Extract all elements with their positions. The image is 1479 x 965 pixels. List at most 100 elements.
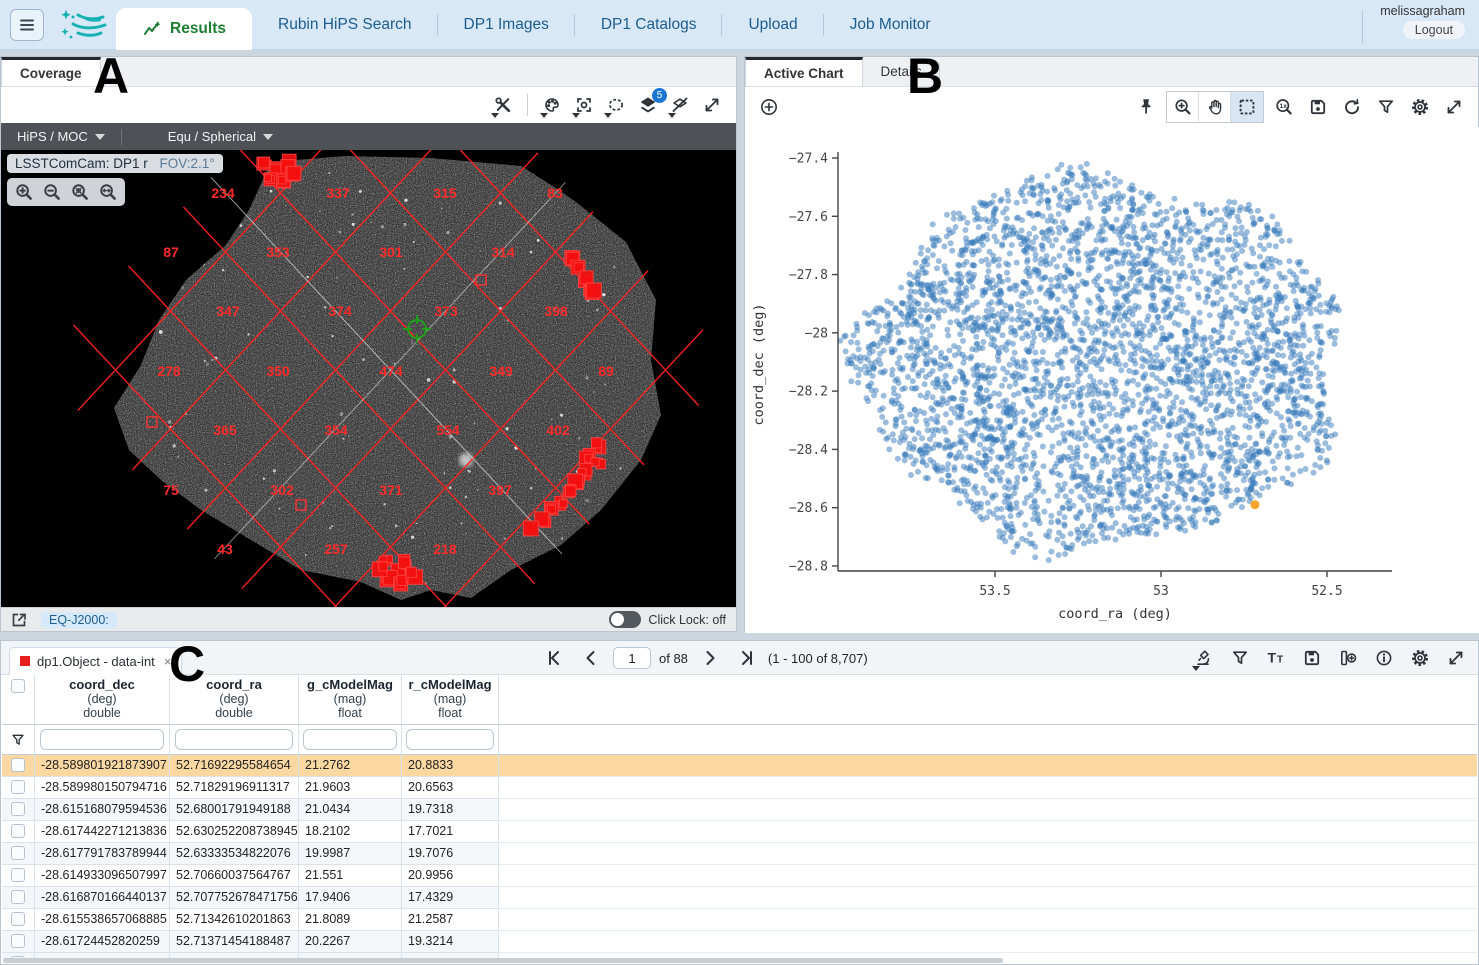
table-cell[interactable]: 21.2762 [299,755,402,777]
nav-tab-upload[interactable]: Upload [722,0,823,50]
filter-input-r_cModelMag[interactable] [406,729,494,750]
table-cell[interactable]: 52.71692295584654 [170,755,299,777]
row-checkbox[interactable] [11,824,25,838]
next-page-icon[interactable] [696,645,724,671]
data-ops-icon[interactable] [1190,645,1218,671]
tab-coverage[interactable]: Coverage [1,57,101,86]
last-page-icon[interactable] [732,645,760,671]
table-cell[interactable]: -28.617791783789944 [35,843,170,865]
row-checkbox[interactable] [11,868,25,882]
row-checkbox[interactable] [11,912,25,926]
column-header-coord_dec[interactable]: coord_dec(deg)double [35,675,170,724]
layers-hide-icon[interactable] [666,92,694,118]
filter-icon[interactable] [10,732,26,748]
click-lock-toggle[interactable] [609,611,641,628]
table-cell[interactable]: 21.0434 [299,799,402,821]
table-cell[interactable]: 17.4329 [402,887,499,909]
table-row[interactable]: -28.58980192187390752.7169229558465421.2… [2,755,1477,777]
table-cell[interactable]: 18.2102 [299,821,402,843]
settings-icon[interactable] [1406,645,1434,671]
filter-input-coord_ra[interactable] [175,729,293,750]
tab-active-chart[interactable]: Active Chart [745,57,863,86]
table-cell[interactable]: 19.7076 [402,843,499,865]
table-cell[interactable]: 17.9406 [299,887,402,909]
table-cell[interactable]: 21.8089 [299,909,402,931]
row-checkbox[interactable] [11,934,25,948]
info-icon[interactable] [1370,645,1398,671]
page-number-input[interactable] [613,647,651,669]
table-row[interactable]: -28.61779178378994452.6333353482207619.9… [2,843,1477,865]
tools-icon[interactable] [489,92,517,118]
table-cell[interactable]: -28.615168079594536 [35,799,170,821]
table-row[interactable]: -28.61493309650799752.7066003756476721.5… [2,865,1477,887]
save-icon[interactable] [1298,645,1326,671]
first-page-icon[interactable] [541,645,569,671]
expand-icon[interactable] [1442,645,1470,671]
horizontal-scrollbar[interactable] [3,958,1003,963]
filter-icon[interactable] [1226,645,1254,671]
zoom-in-icon[interactable] [10,179,38,205]
text-options-icon[interactable]: T T [1262,645,1290,671]
table-cell[interactable]: -28.617442271213836 [35,821,170,843]
expand-icon[interactable] [698,92,726,118]
table-cell[interactable]: -28.615538657068885 [35,909,170,931]
table-cell[interactable]: 52.68001791949188 [170,799,299,821]
table-cell[interactable]: 17.7021 [402,821,499,843]
table-cell[interactable]: 52.71371454188487 [170,931,299,953]
table-cell[interactable]: 52.70660037564767 [170,865,299,887]
settings-icon[interactable] [1406,94,1434,120]
external-link-icon[interactable] [5,607,33,633]
table-cell[interactable]: 20.2267 [299,931,402,953]
table-row[interactable]: -28.61687016644013752.70775267847175617.… [2,887,1477,909]
table-cell[interactable]: 19.9987 [299,843,402,865]
table-cell[interactable]: 52.630252208738945 [170,821,299,843]
table-cell[interactable]: 21.9603 [299,777,402,799]
table-cell[interactable]: 20.8833 [402,755,499,777]
palette-icon[interactable] [538,92,566,118]
row-checkbox[interactable] [11,890,25,904]
highlighted-data-point[interactable] [1250,500,1259,509]
zoom-original-icon[interactable]: 1x [1270,94,1298,120]
row-checkbox[interactable] [11,758,25,772]
table-cell[interactable]: 21.2587 [402,909,499,931]
table-cell[interactable]: -28.589801921873907 [35,755,170,777]
save-icon[interactable] [1304,94,1332,120]
nav-tab-dp1-catalogs[interactable]: DP1 Catalogs [575,0,723,50]
add-column-icon[interactable] [1334,645,1362,671]
table-cell[interactable]: 19.3214 [402,931,499,953]
table-row[interactable]: -28.58998015079471652.7182919691131721.9… [2,777,1477,799]
select-region-icon[interactable] [602,92,630,118]
zoom-fill-icon[interactable] [94,179,122,205]
box-select-icon[interactable] [1231,92,1263,122]
projection-select[interactable]: Equ / Spherical [152,129,289,144]
expand-icon[interactable] [1440,94,1468,120]
logout-button[interactable]: Logout [1403,21,1465,39]
table-cell[interactable]: 19.7318 [402,799,499,821]
row-checkbox[interactable] [11,802,25,816]
filter-input-coord_dec[interactable] [40,729,163,750]
coverage-sky-image[interactable]: 2343373158387353301314347374373398278350… [1,150,736,609]
center-on-icon[interactable] [570,92,598,118]
nav-tab-results[interactable]: Results [116,8,252,50]
zoom-fit-icon[interactable] [66,179,94,205]
column-header-r_cModelMag[interactable]: r_cModelMag(mag)float [402,675,499,724]
layers-icon[interactable]: 5 [634,92,662,118]
table-cell[interactable]: 21.551 [299,865,402,887]
column-header-g_cModelMag[interactable]: g_cModelMag(mag)float [299,675,402,724]
row-checkbox[interactable] [11,846,25,860]
hips-moc-select[interactable]: HiPS / MOC [1,129,121,144]
table-row[interactable]: -28.6172445282025952.7137145418848720.22… [2,931,1477,953]
filter-input-g_cModelMag[interactable] [303,729,397,750]
table-cell[interactable]: 52.71829196911317 [170,777,299,799]
scatter-chart[interactable]: −27.4−27.6−27.8−28−28.2−28.4−28.6−28.853… [745,127,1479,633]
add-chart-icon[interactable] [755,94,783,120]
nav-tab-job-monitor[interactable]: Job Monitor [824,0,957,50]
table-row[interactable]: -28.61553865706888552.7134261020186321.8… [2,909,1477,931]
zoom-in-icon[interactable] [1167,92,1199,122]
table-cell[interactable]: 20.6563 [402,777,499,799]
table-row[interactable]: -28.61744227121383652.63025220873894518.… [2,821,1477,843]
table-cell[interactable]: 52.707752678471756 [170,887,299,909]
pan-hand-icon[interactable] [1199,92,1231,122]
select-all-checkbox[interactable] [11,679,25,693]
filter-icon[interactable] [1372,94,1400,120]
